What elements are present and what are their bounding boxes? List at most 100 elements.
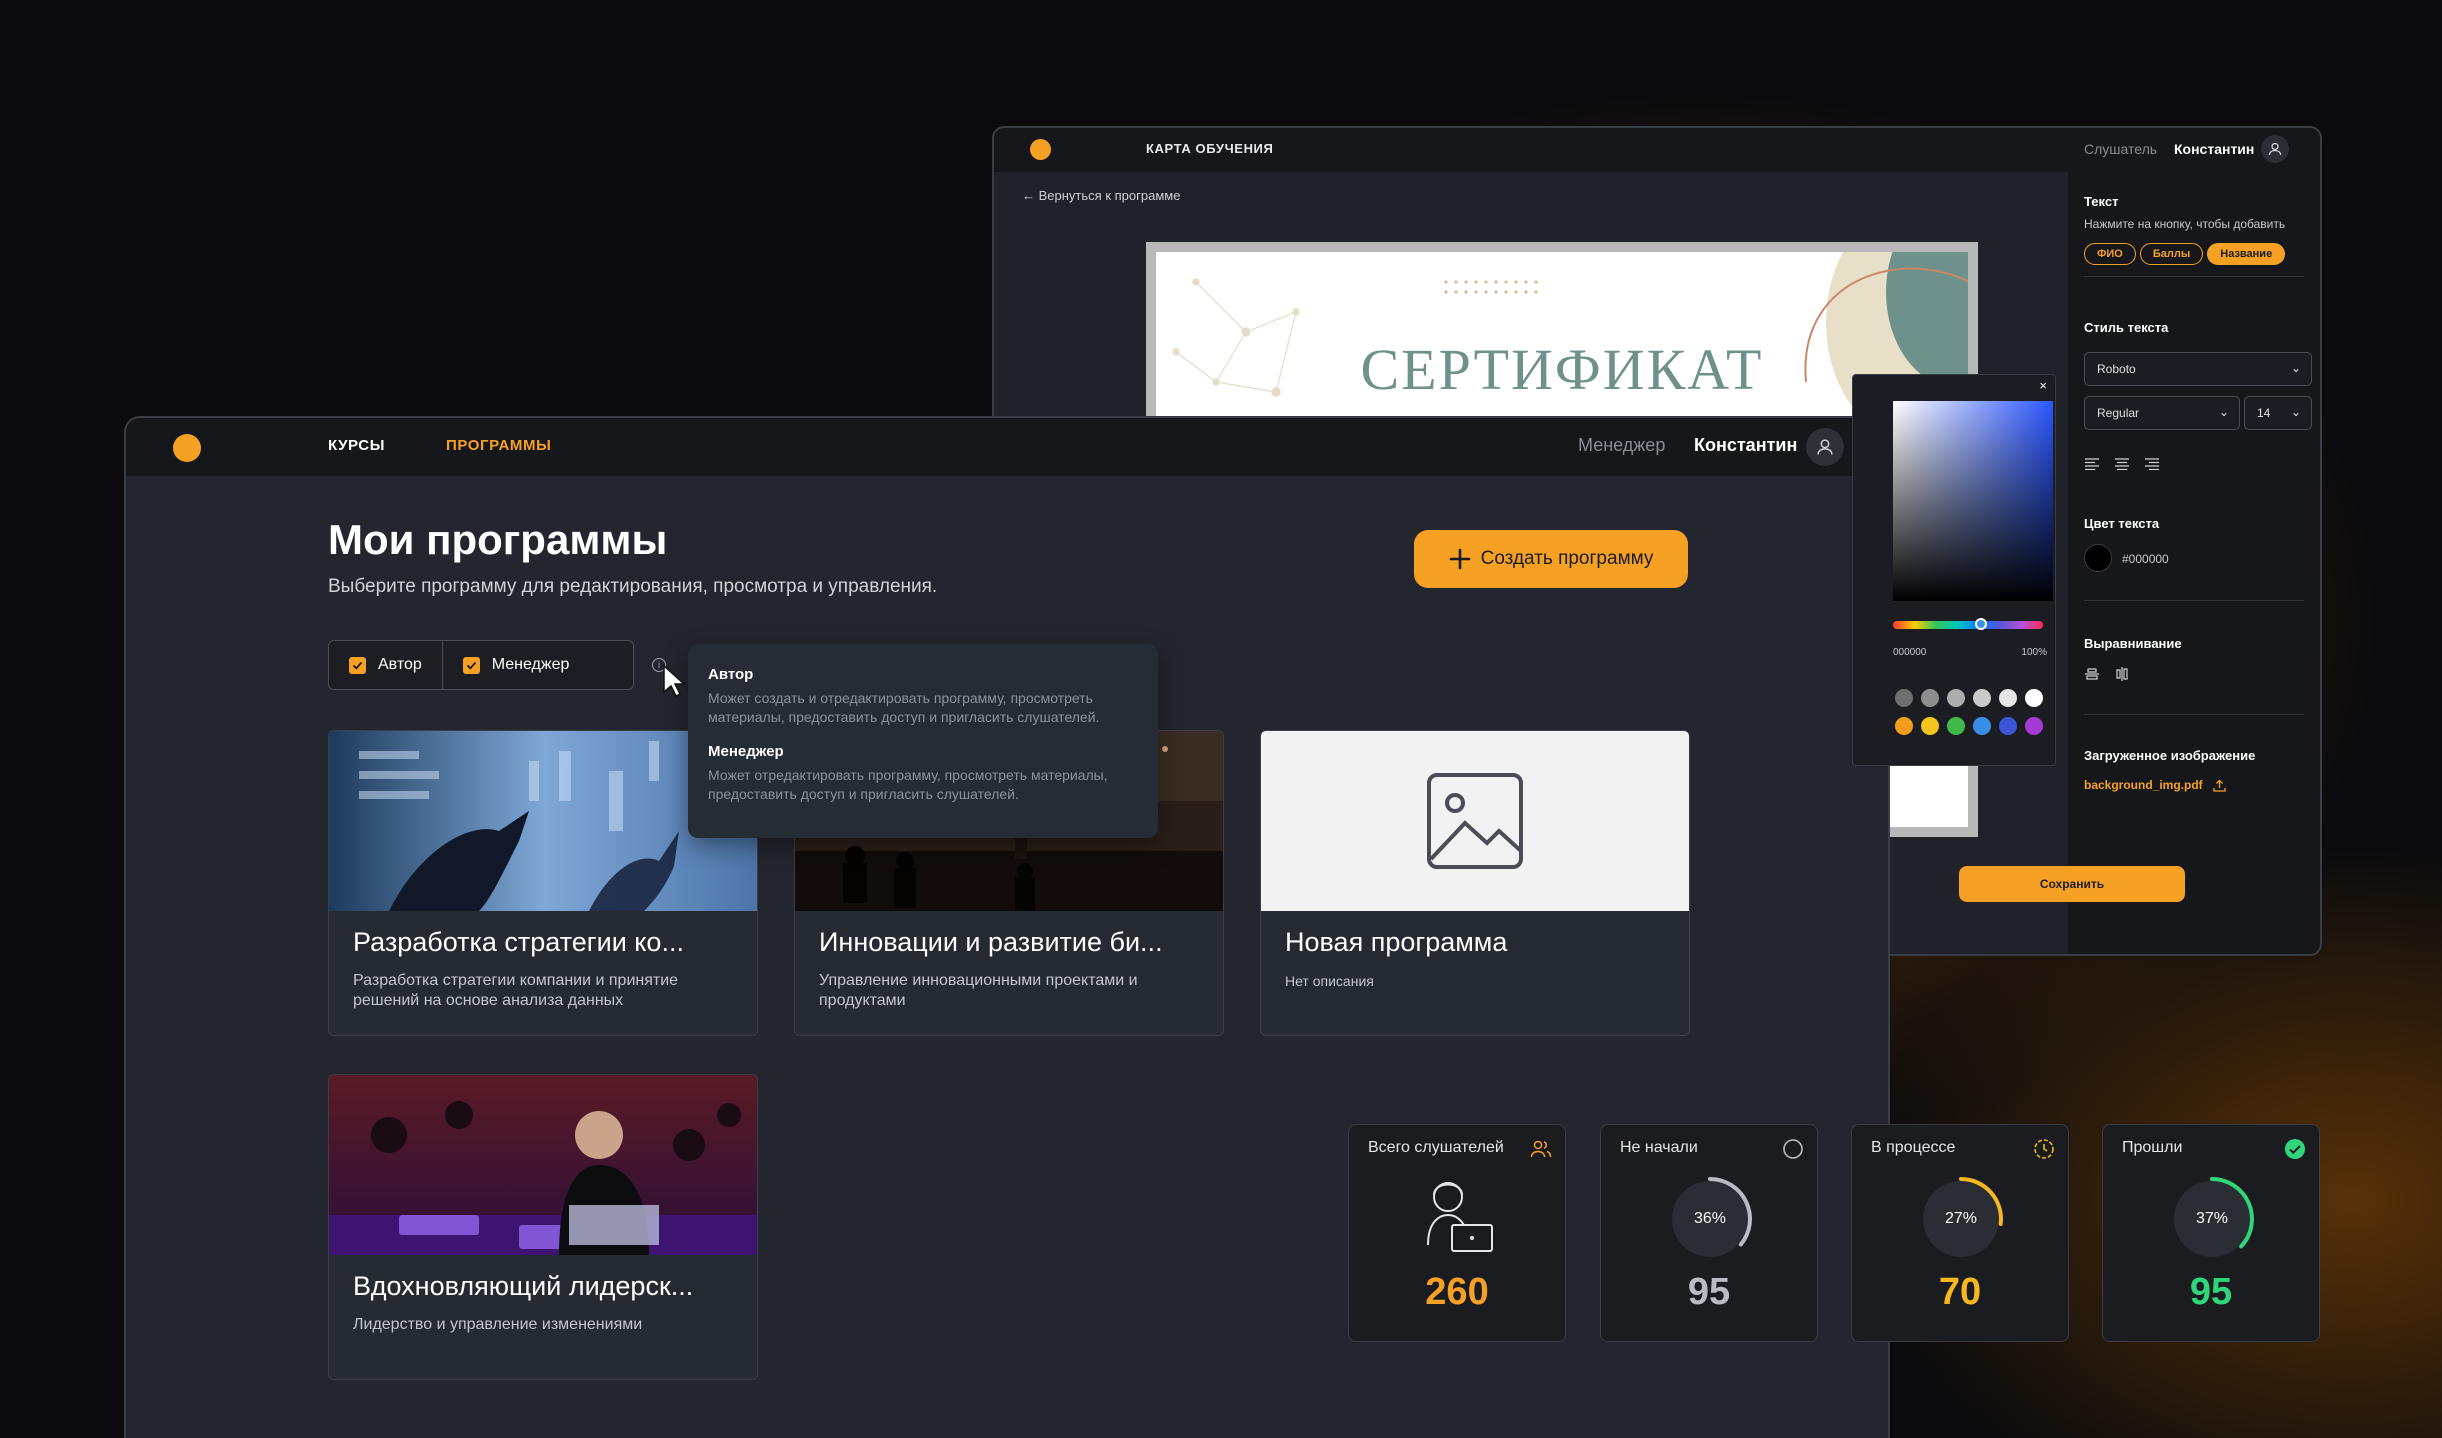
divider <box>2084 714 2304 715</box>
hue-slider[interactable] <box>1893 621 2043 629</box>
upload-file[interactable]: background_img.pdf <box>2084 778 2226 792</box>
swatch[interactable] <box>1973 717 1991 735</box>
certificate-title[interactable]: СЕРТИФИКАТ <box>1156 336 1968 403</box>
logo[interactable] <box>1030 139 1051 160</box>
role-switch[interactable]: Слушатель <box>2084 141 2157 157</box>
pill-fio[interactable]: ФИО <box>2084 243 2136 265</box>
tooltip-manager-title: Менеджер <box>708 743 784 760</box>
filter-manager[interactable]: Менеджер <box>441 641 590 689</box>
stat-total: Всего слушателей 260 <box>1348 1124 1566 1342</box>
close-icon[interactable]: × <box>2039 378 2047 393</box>
nav-programs[interactable]: ПРОГРАММЫ <box>446 437 551 454</box>
swatch[interactable] <box>2025 689 2043 707</box>
chevron-down-icon: ⌄ <box>2290 361 2301 375</box>
chevron-down-icon: ⌄ <box>2218 405 2229 419</box>
avatar[interactable] <box>2261 135 2289 163</box>
chevron-down-icon: ⌄ <box>2290 405 2301 419</box>
arrow-left-icon: ← <box>1022 188 1039 203</box>
save-button[interactable]: Сохранить <box>1959 866 2185 902</box>
stat-value: 70 <box>1938 1271 1982 1313</box>
align-vertical-icon[interactable] <box>2084 666 2100 682</box>
text-hint: Нажмите на кнопку, чтобы добавить <box>2084 217 2286 231</box>
pill-name[interactable]: Название <box>2207 243 2286 265</box>
progress-percent: 27% <box>1944 1210 1978 1227</box>
checkbox-checked-icon[interactable] <box>349 656 366 674</box>
divider <box>2084 276 2304 277</box>
plus-icon <box>1449 548 1470 570</box>
font-family-select[interactable]: Roboto ⌄ <box>2084 352 2312 386</box>
color-field[interactable] <box>1893 401 2053 601</box>
tooltip-author-title: Автор <box>708 666 754 683</box>
page-title: Мои программы <box>328 516 668 563</box>
color-picker[interactable]: × 000000 100% <box>1852 374 2056 766</box>
stat-label: В процессе <box>1871 1139 1956 1156</box>
card-description: Лидерство и управление изменениями <box>353 1316 643 1333</box>
align-heading: Выравнивание <box>2084 636 2182 651</box>
upload-icon[interactable] <box>2213 779 2226 792</box>
align-center-icon[interactable] <box>2114 458 2130 470</box>
field-pills: ФИО Баллы Название <box>2084 243 2304 265</box>
swatch[interactable] <box>1895 689 1913 707</box>
card-image <box>329 1075 757 1255</box>
image-icon <box>1427 773 1523 869</box>
card-title: Инновации и развитие би... <box>819 927 1163 957</box>
card-description: Управление инновационными проектами и пр… <box>819 972 1138 1009</box>
progress-percent: 36% <box>1693 1210 1727 1227</box>
filter-author[interactable]: Автор <box>329 641 442 689</box>
swatch[interactable] <box>1999 717 2017 735</box>
swatch[interactable] <box>2025 717 2043 735</box>
color-swatch[interactable] <box>2084 544 2112 572</box>
alpha-value[interactable]: 100% <box>2021 647 2047 658</box>
progress-percent: 37% <box>2195 1210 2229 1227</box>
text-align-group <box>2084 458 2160 470</box>
user-icon <box>2268 142 2282 156</box>
hex-value[interactable]: 000000 <box>1893 647 1926 658</box>
font-size-select[interactable]: 14 ⌄ <box>2244 396 2312 430</box>
align-right-icon[interactable] <box>2144 458 2160 470</box>
card-description: Нет описания <box>1285 973 1374 989</box>
users-icon <box>1530 1140 1552 1158</box>
swatch[interactable] <box>1921 689 1939 707</box>
card-title: Вдохновляющий лидерск... <box>353 1271 694 1301</box>
clock-progress-icon <box>2034 1139 2054 1159</box>
check-circle-icon <box>2285 1139 2305 1159</box>
swatch[interactable] <box>1947 689 1965 707</box>
properties-sidebar: Текст Нажмите на кнопку, чтобы добавить … <box>2068 172 2320 954</box>
pill-points[interactable]: Баллы <box>2139 243 2204 265</box>
top-bar: КАРТА ОБУЧЕНИЯ Слушатель Константин <box>994 128 2320 172</box>
swatch[interactable] <box>1973 689 1991 707</box>
color-value: #000000 <box>2122 552 2169 566</box>
create-program-button[interactable]: Создать программу <box>1414 530 1688 588</box>
role-filter: Автор Менеджер <box>328 640 634 690</box>
upload-heading: Загруженное изображение <box>2084 748 2256 763</box>
stat-completed: Прошли 37% 95 <box>2102 1124 2320 1342</box>
align-horizontal-icon[interactable] <box>2114 666 2130 682</box>
swatch[interactable] <box>1947 717 1965 735</box>
stat-label: Не начали <box>1620 1139 1698 1156</box>
roles-tooltip: Автор Может создать и отредактировать пр… <box>688 644 1158 838</box>
user-name[interactable]: Константин <box>1694 435 1797 456</box>
cursor-icon <box>663 664 686 698</box>
avatar[interactable] <box>1806 428 1844 466</box>
checkbox-checked-icon[interactable] <box>462 656 480 674</box>
nav-courses[interactable]: КУРСЫ <box>328 437 385 454</box>
role-switch[interactable]: Менеджер <box>1578 435 1665 456</box>
logo[interactable] <box>173 434 201 462</box>
hue-handle[interactable] <box>1975 618 1987 630</box>
stat-value: 260 <box>1425 1271 1489 1313</box>
tooltip-author-text: Может создать и отредактировать программ… <box>708 690 1100 725</box>
stat-in-progress: В процессе 27% 70 <box>1851 1124 2069 1342</box>
swatch[interactable] <box>1921 717 1939 735</box>
circle-empty-icon <box>1783 1139 1803 1159</box>
swatch[interactable] <box>1895 717 1913 735</box>
swatch[interactable] <box>1999 689 2017 707</box>
divider <box>2084 600 2304 601</box>
align-left-icon[interactable] <box>2084 458 2100 470</box>
stat-label: Прошли <box>2122 1139 2183 1156</box>
program-card[interactable]: Вдохновляющий лидерск... Лидерство и упр… <box>328 1074 758 1380</box>
font-weight-select[interactable]: Regular ⌄ <box>2084 396 2240 430</box>
back-link[interactable]: ← Вернуться к программе <box>1022 188 1180 203</box>
page-title: КАРТА ОБУЧЕНИЯ <box>1146 141 1274 156</box>
program-card[interactable]: Новая программа Нет описания <box>1260 730 1690 1036</box>
user-name[interactable]: Константин <box>2174 141 2254 157</box>
